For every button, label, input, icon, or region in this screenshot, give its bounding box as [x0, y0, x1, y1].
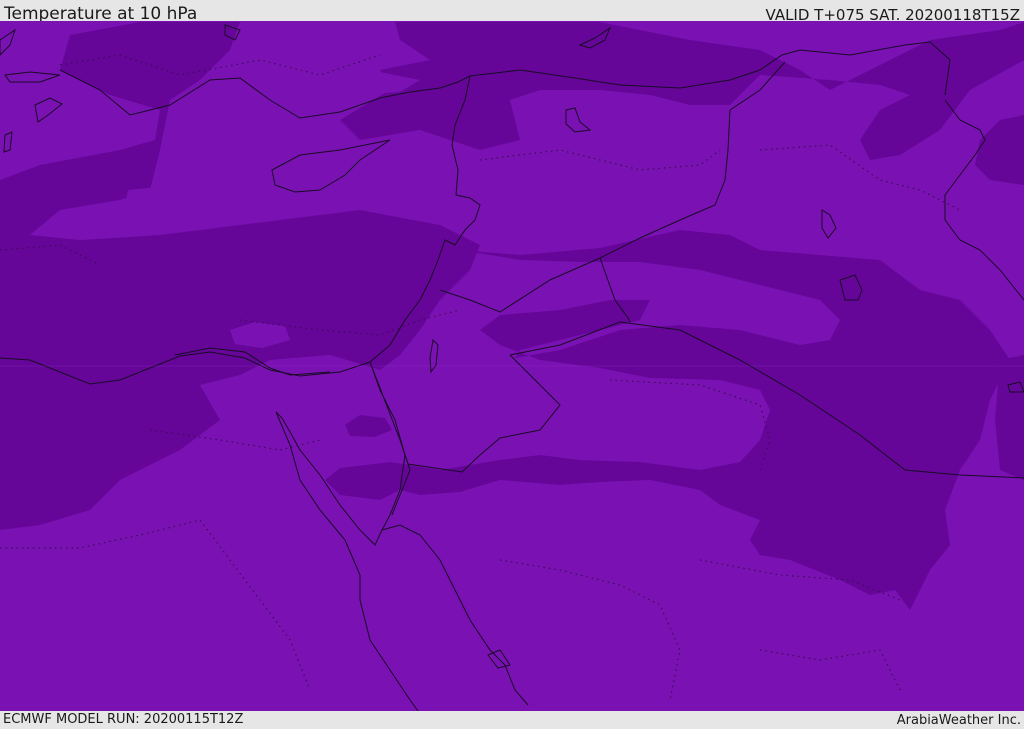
credit-label: ArabiaWeather Inc. — [896, 713, 1021, 728]
weather-map[interactable] — [0, 21, 1024, 711]
map-frame: Temperature at 10 hPa VALID T+075 SAT. 2… — [0, 0, 1024, 729]
model-run-label: ECMWF MODEL RUN: 20200115T12Z — [3, 712, 244, 727]
